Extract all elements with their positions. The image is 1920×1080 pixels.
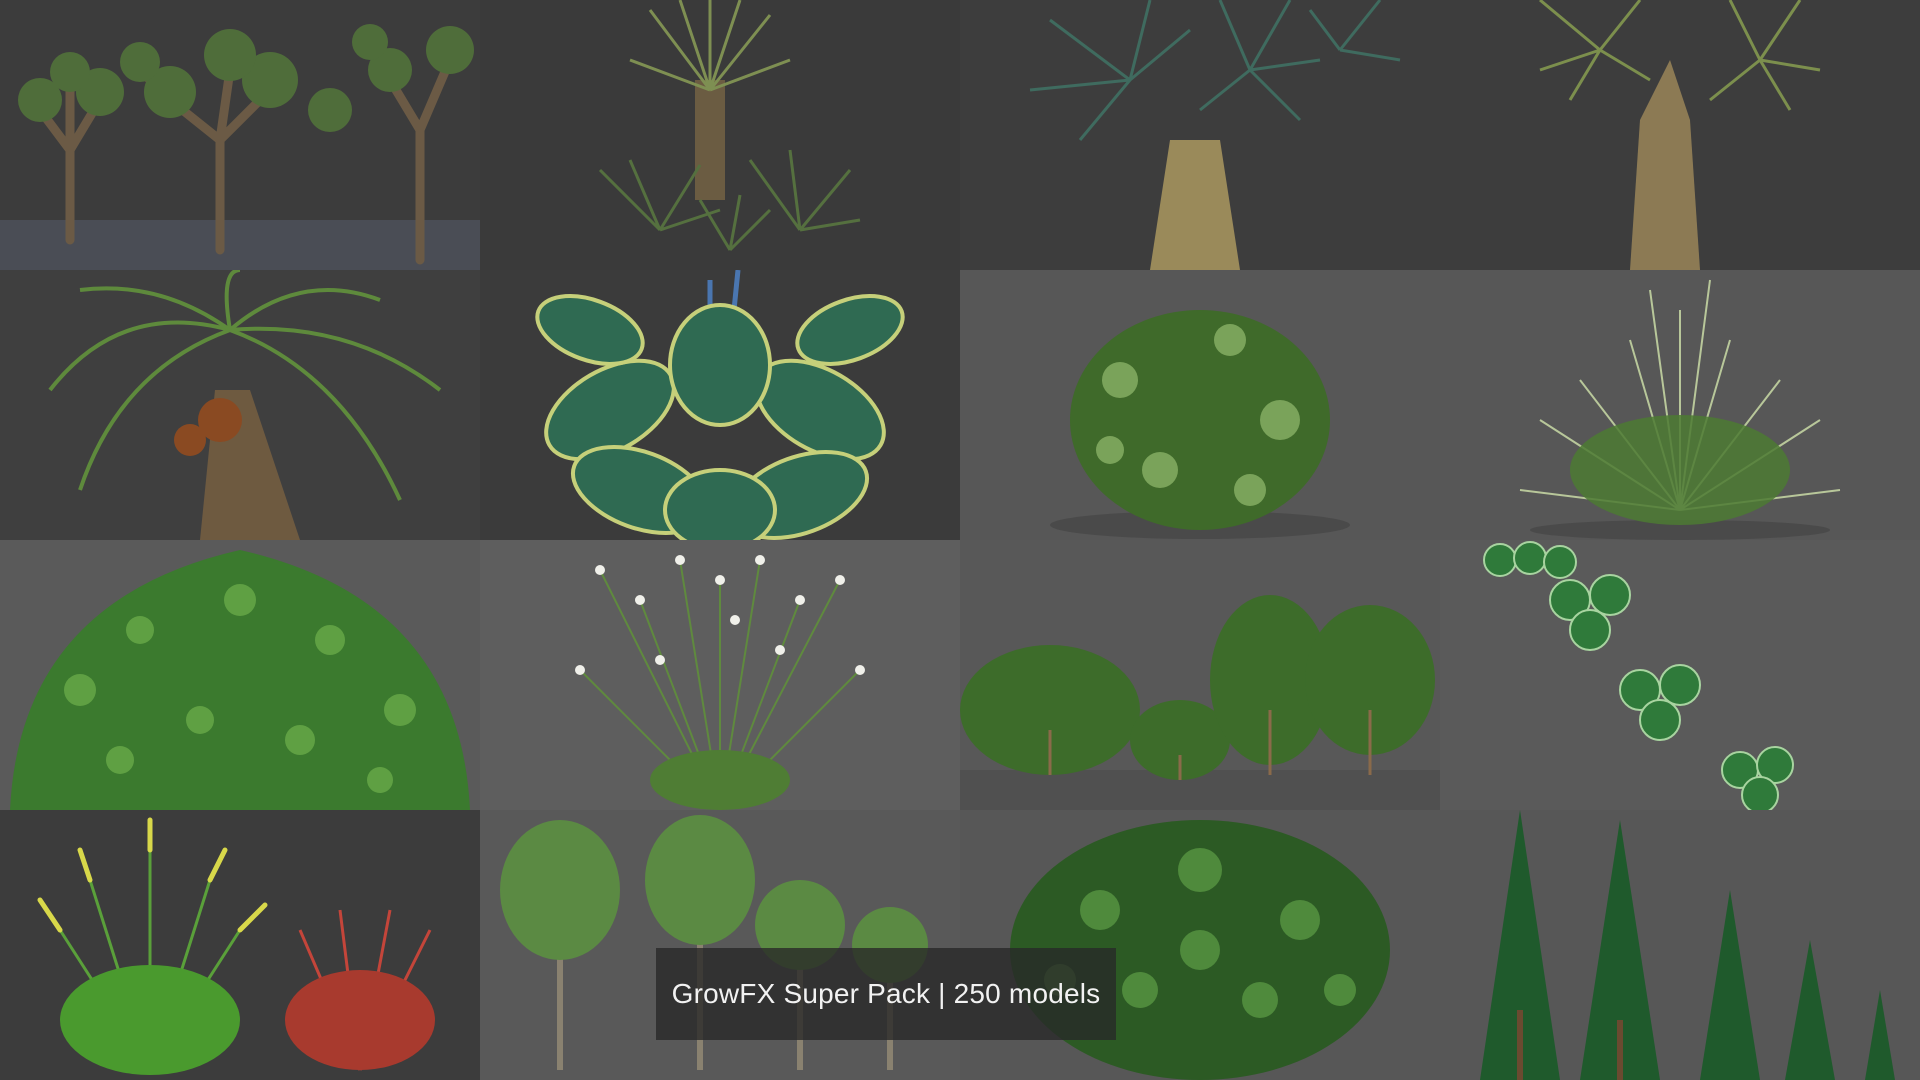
- tile-shrub-row: [960, 540, 1440, 810]
- tile-grass-tree: [480, 0, 960, 270]
- tile-conifers: [1440, 810, 1920, 1080]
- tile-clover: [1440, 540, 1920, 810]
- tile-date-palm: [0, 270, 480, 540]
- tile-yucca-2: [1440, 0, 1920, 270]
- tile-yucca-1: [960, 0, 1440, 270]
- tile-fountain-grass: [0, 810, 480, 1080]
- tile-ornamental-grass: [1440, 270, 1920, 540]
- tile-shrub-1: [960, 270, 1440, 540]
- caption-text: GrowFX Super Pack | 250 models: [671, 978, 1101, 1009]
- tile-hosta: [480, 270, 960, 540]
- caption-overlay: GrowFX Super Pack | 250 models: [656, 948, 1116, 1040]
- tile-daisies: [480, 540, 960, 810]
- image-grid: [0, 0, 1920, 1080]
- tile-joshua-trees: [0, 0, 480, 270]
- tile-weeping-shrub: [0, 540, 480, 810]
